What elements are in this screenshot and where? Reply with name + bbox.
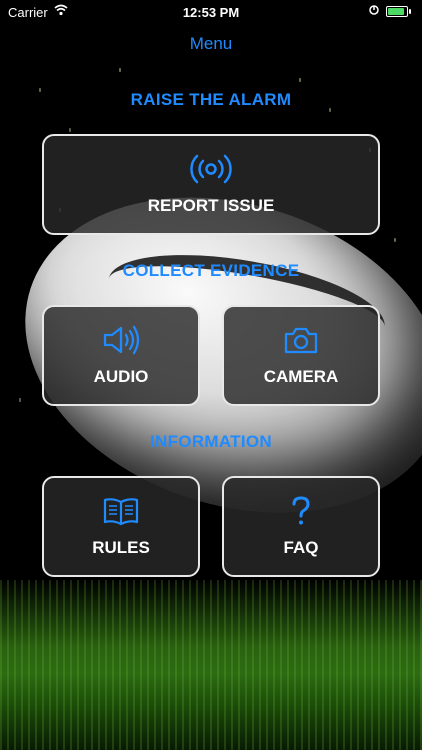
camera-button[interactable]: CAMERA: [222, 305, 380, 406]
open-book-icon: [44, 494, 198, 528]
camera-icon: [224, 323, 378, 357]
broadcast-icon: [44, 152, 378, 186]
question-mark-icon: [224, 494, 378, 528]
rules-label: RULES: [92, 538, 150, 557]
report-issue-button[interactable]: REPORT ISSUE: [42, 134, 380, 235]
section-heading-alarm: RAISE THE ALARM: [130, 90, 292, 109]
speaker-icon: [44, 323, 198, 357]
menu-content: RAISE THE ALARM REPORT ISSUE COLLECT EVI…: [0, 0, 422, 750]
section-heading-evidence: COLLECT EVIDENCE: [122, 261, 300, 280]
section-heading-information: INFORMATION: [150, 432, 272, 451]
faq-label: FAQ: [283, 538, 319, 557]
audio-label: AUDIO: [93, 367, 149, 386]
camera-label: CAMERA: [263, 367, 339, 386]
report-issue-label: REPORT ISSUE: [147, 196, 275, 215]
faq-button[interactable]: FAQ: [222, 476, 380, 577]
rules-button[interactable]: RULES: [42, 476, 200, 577]
audio-button[interactable]: AUDIO: [42, 305, 200, 406]
